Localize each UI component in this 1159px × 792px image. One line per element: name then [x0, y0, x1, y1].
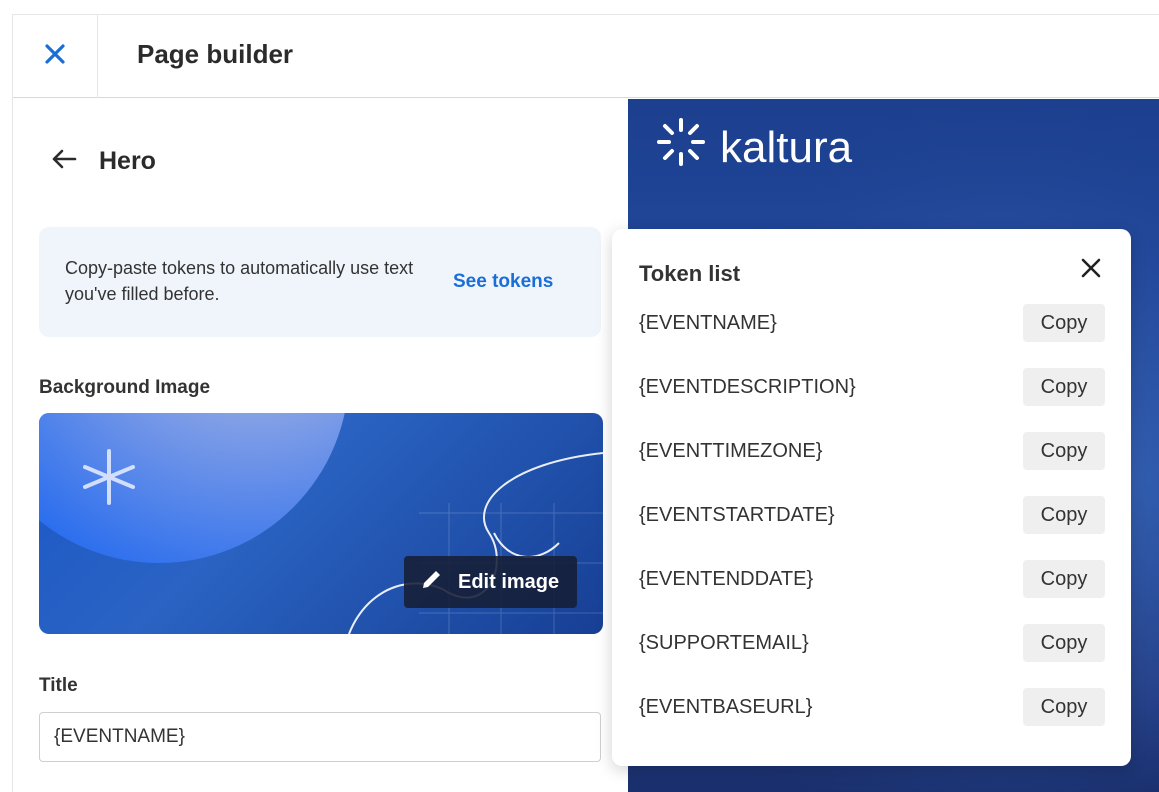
copy-eventbaseurl-button[interactable]: Copy	[1023, 688, 1105, 726]
background-image-preview: Edit image	[39, 413, 603, 634]
tokens-info-box: Copy-paste tokens to automatically use t…	[39, 227, 601, 337]
token-row-eventname: {EVENTNAME} Copy	[639, 303, 1105, 343]
asterisk-icon	[77, 445, 141, 514]
copy-eventname-button[interactable]: Copy	[1023, 304, 1105, 342]
copy-eventtimezone-button[interactable]: Copy	[1023, 432, 1105, 470]
page-title: Page builder	[137, 39, 294, 69]
kaltura-logo-icon	[656, 117, 706, 178]
token-row-eventenddate: {EVENTENDDATE} Copy	[639, 559, 1105, 599]
settings-panel: Hero Copy-paste tokens to automatically …	[13, 99, 628, 792]
close-icon	[1080, 257, 1102, 284]
kaltura-logo-text: kaltura	[720, 122, 853, 172]
close-icon	[44, 43, 66, 70]
token-name: {EVENTBASEURL}	[639, 695, 813, 718]
token-list-popup: Token list {EVENTNAME} Copy {EVENTDESCRI…	[612, 229, 1131, 766]
background-image-label: Background Image	[39, 377, 211, 398]
title-label: Title	[39, 675, 78, 696]
pencil-icon	[420, 567, 444, 597]
see-tokens-link[interactable]: See tokens	[453, 271, 553, 293]
copy-eventdescription-button[interactable]: Copy	[1023, 368, 1105, 406]
edit-image-label: Edit image	[458, 570, 560, 593]
copy-supportemail-button[interactable]: Copy	[1023, 624, 1105, 662]
token-list-close-button[interactable]	[1076, 255, 1106, 285]
top-bar: Page builder	[13, 15, 1159, 98]
token-name: {EVENTNAME}	[639, 311, 777, 334]
copy-eventstartdate-button[interactable]: Copy	[1023, 496, 1105, 534]
token-list-title: Token list	[639, 261, 741, 286]
copy-eventenddate-button[interactable]: Copy	[1023, 560, 1105, 598]
token-row-eventdescription: {EVENTDESCRIPTION} Copy	[639, 367, 1105, 407]
token-name: {EVENTENDDATE}	[639, 567, 814, 590]
tokens-info-text: Copy-paste tokens to automatically use t…	[65, 258, 414, 304]
back-button[interactable]: Hero	[51, 147, 156, 176]
token-row-eventbaseurl: {EVENTBASEURL} Copy	[639, 687, 1105, 727]
kaltura-logo: kaltura	[656, 117, 852, 178]
title-input[interactable]	[39, 712, 601, 762]
edit-image-button[interactable]: Edit image	[404, 556, 577, 608]
arrow-left-icon	[51, 148, 77, 175]
token-name: {EVENTTIMEZONE}	[639, 439, 823, 462]
token-name: {SUPPORTEMAIL}	[639, 631, 809, 654]
token-row-eventtimezone: {EVENTTIMEZONE} Copy	[639, 431, 1105, 471]
section-title: Hero	[99, 147, 156, 175]
close-button[interactable]	[13, 15, 98, 98]
token-name: {EVENTSTARTDATE}	[639, 503, 835, 526]
token-name: {EVENTDESCRIPTION}	[639, 375, 856, 398]
token-row-supportemail: {SUPPORTEMAIL} Copy	[639, 623, 1105, 663]
token-row-eventstartdate: {EVENTSTARTDATE} Copy	[639, 495, 1105, 535]
